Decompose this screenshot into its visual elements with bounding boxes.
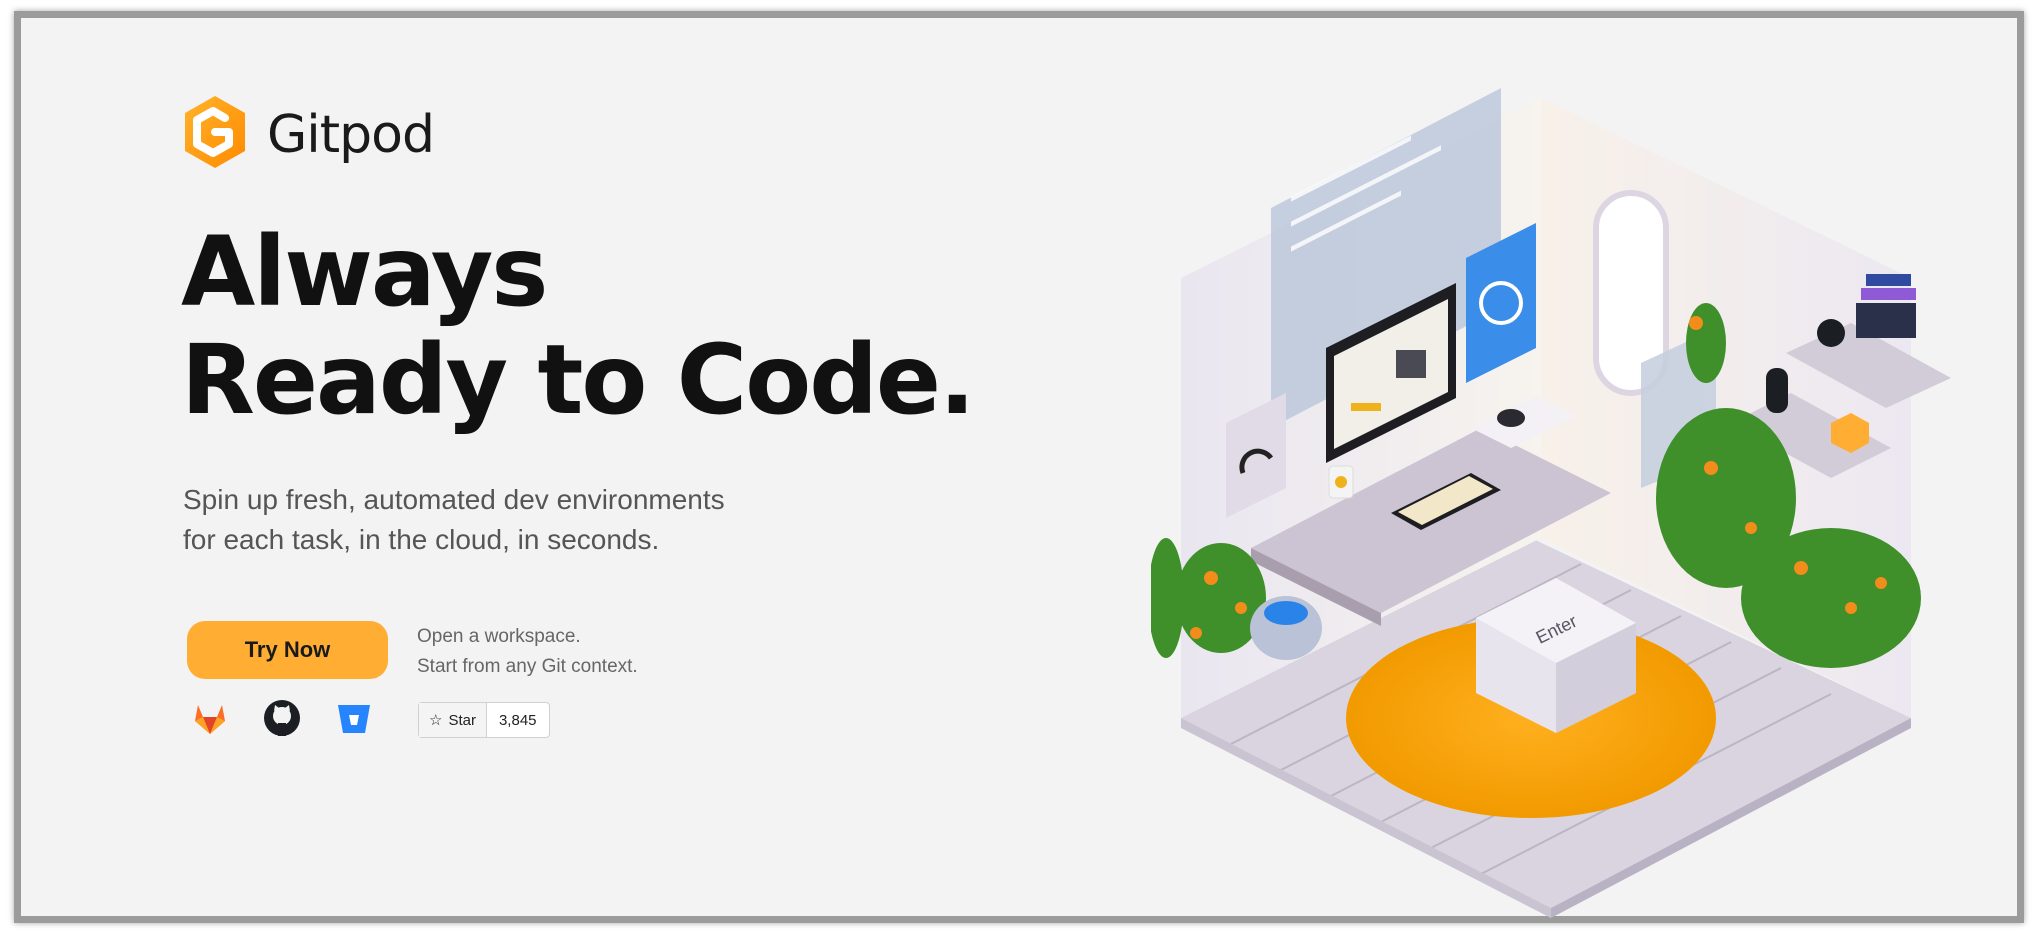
brand-logo[interactable]: Gitpod — [179, 92, 435, 177]
hero-illustration: Enter — [1151, 88, 1951, 918]
headline-line-2: Ready to Code. — [181, 324, 975, 436]
cta-note-line-1: Open a workspace. — [417, 626, 581, 647]
star-count: 3,845 — [498, 711, 537, 729]
star-label: Star — [448, 711, 476, 729]
gitpod-logo-icon — [179, 92, 251, 177]
microphone — [1766, 368, 1788, 413]
books — [1856, 303, 1916, 338]
subtitle-line-1: Spin up fresh, automated dev environment… — [183, 484, 725, 515]
bitbucket-icon[interactable] — [335, 699, 373, 737]
cta-note: Open a workspace. Start from any Git con… — [417, 622, 638, 682]
cta-note-line-2: Start from any Git context. — [417, 656, 638, 677]
page-frame: Gitpod Always Ready to Code. Spin up fre… — [14, 11, 2024, 923]
hero-subtitle: Spin up fresh, automated dev environment… — [183, 480, 803, 560]
star-button[interactable]: ☆ Star — [419, 703, 487, 737]
provider-links — [191, 699, 373, 737]
headline-line-1: Always — [181, 216, 548, 328]
plants-left — [1151, 538, 1266, 658]
octocat-figure — [1817, 319, 1845, 347]
brand-name: Gitpod — [267, 104, 435, 165]
mouse — [1497, 409, 1525, 427]
hero-headline: Always Ready to Code. — [181, 216, 975, 436]
github-star-widget[interactable]: ☆ Star 3,845 — [418, 702, 550, 738]
github-icon[interactable] — [263, 699, 301, 737]
gitlab-icon[interactable] — [191, 699, 229, 737]
star-icon: ☆ — [429, 712, 443, 729]
subtitle-line-2: for each task, in the cloud, in seconds. — [183, 524, 660, 555]
try-now-button[interactable]: Try Now — [187, 621, 388, 679]
